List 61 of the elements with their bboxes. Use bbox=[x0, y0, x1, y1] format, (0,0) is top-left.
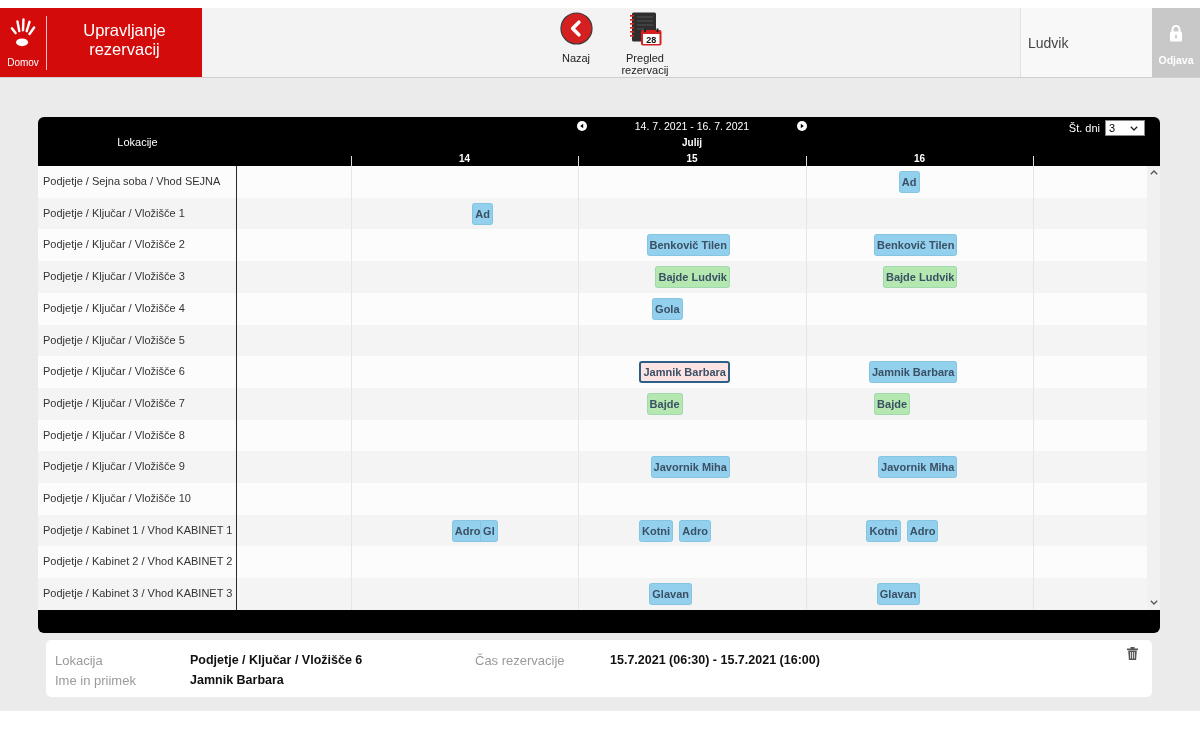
reservation-block[interactable]: Ad bbox=[472, 202, 493, 225]
location-cell: Podjetje / Ključar / Vložišče 1 bbox=[38, 197, 237, 230]
reservation-block[interactable]: Adro bbox=[906, 519, 939, 542]
reservation-block[interactable]: Ad bbox=[898, 170, 920, 193]
hand-icon bbox=[10, 18, 36, 48]
days-select[interactable]: 3 bbox=[1105, 120, 1145, 136]
day-label: 16 bbox=[913, 153, 926, 165]
user-name: Ludvik bbox=[1028, 34, 1069, 51]
scroll-up-icon[interactable] bbox=[1149, 170, 1158, 175]
location-cell: Podjetje / Kabinet 3 / Vhod KABINET 3 bbox=[38, 578, 237, 610]
field-value: Podjetje / Ključar / Vložišče 6 bbox=[190, 653, 364, 667]
location-cell: Podjetje / Ključar / Vložišče 4 bbox=[38, 292, 237, 325]
home-link[interactable]: Domov bbox=[0, 8, 46, 77]
days-count-label: Št. dni bbox=[1068, 122, 1100, 134]
trash-icon[interactable] bbox=[1127, 647, 1138, 660]
day-label: 14 bbox=[458, 153, 471, 165]
reservation-block[interactable]: Jamnik Barbara bbox=[639, 361, 730, 383]
location-cell: Podjetje / Ključar / Vložišče 5 bbox=[38, 324, 237, 357]
reservation-block[interactable]: Bajde Ludvik bbox=[655, 265, 730, 288]
location-cell: Podjetje / Ključar / Vložišče 10 bbox=[38, 483, 237, 515]
app-title: Upravljanje rezervacij bbox=[82, 20, 167, 59]
reservation-block[interactable]: Javornik Miha bbox=[878, 456, 958, 479]
reservation-block[interactable]: Benkovič Tilen bbox=[646, 234, 730, 257]
lock-icon bbox=[1169, 24, 1183, 42]
reservation-block[interactable]: Kotni bbox=[866, 519, 901, 542]
reservation-block[interactable]: Bajde bbox=[874, 392, 911, 415]
scrollbar[interactable] bbox=[1147, 166, 1160, 610]
reservation-block[interactable]: Gola bbox=[652, 297, 683, 320]
location-cell: Podjetje / Kabinet 1 / Vhod KABINET 1 bbox=[38, 514, 237, 547]
reservation-block[interactable]: Glavan bbox=[649, 582, 692, 605]
back-button[interactable]: Nazaj bbox=[556, 8, 596, 77]
location-cell: Podjetje / Ključar / Vložišče 8 bbox=[38, 419, 237, 452]
location-cell: Podjetje / Ključar / Vložišče 3 bbox=[38, 261, 237, 293]
field-label: Ime in priimek bbox=[55, 672, 137, 688]
reservation-block[interactable]: Glavan bbox=[876, 582, 920, 605]
scroll-down-icon[interactable] bbox=[1149, 600, 1158, 605]
location-cell: Podjetje / Kabinet 2 / Vhod KABINET 2 bbox=[38, 546, 237, 579]
field-label: Lokacija bbox=[55, 652, 104, 668]
location-cell: Podjetje / Ključar / Vložišče 7 bbox=[38, 387, 237, 420]
location-cell: Podjetje / Ključar / Vložišče 2 bbox=[38, 229, 237, 262]
reservation-block[interactable]: Javornik Miha bbox=[650, 456, 730, 479]
month-label: Julij bbox=[682, 136, 702, 149]
reservation-block[interactable]: Adro bbox=[679, 519, 711, 542]
date-range: 14. 7. 2021 - 16. 7. 2021 bbox=[634, 119, 750, 133]
reservation-block[interactable]: Bajde Ludvik bbox=[883, 265, 958, 288]
field-value: Jamnik Barbara bbox=[190, 673, 285, 687]
reservation-block[interactable]: Jamnik Barbara bbox=[868, 361, 958, 383]
reservation-block[interactable]: Kotni bbox=[638, 519, 674, 542]
field-label: Čas rezervacije bbox=[475, 652, 566, 668]
field-value: 15.7.2021 (06:30) - 15.7.2021 (16:00) bbox=[610, 653, 820, 667]
chevron-down-icon bbox=[1130, 125, 1138, 131]
locations-heading: Lokacije bbox=[117, 135, 158, 148]
location-cell: Podjetje / Ključar / Vložišče 6 bbox=[38, 356, 237, 388]
overview-button[interactable]: 28 Pregled rezervacij bbox=[612, 8, 678, 77]
reservation-block[interactable]: Gl bbox=[480, 519, 498, 542]
location-cell: Podjetje / Ključar / Vložišče 9 bbox=[38, 451, 237, 484]
day-label: 15 bbox=[686, 153, 698, 165]
location-cell: Podjetje / Sejna soba / Vhod SEJNA bbox=[38, 166, 237, 198]
reservation-block[interactable]: Benkovič Tilen bbox=[874, 234, 958, 257]
reservation-block[interactable]: Bajde bbox=[646, 392, 683, 415]
back-chevron-icon bbox=[559, 12, 593, 45]
